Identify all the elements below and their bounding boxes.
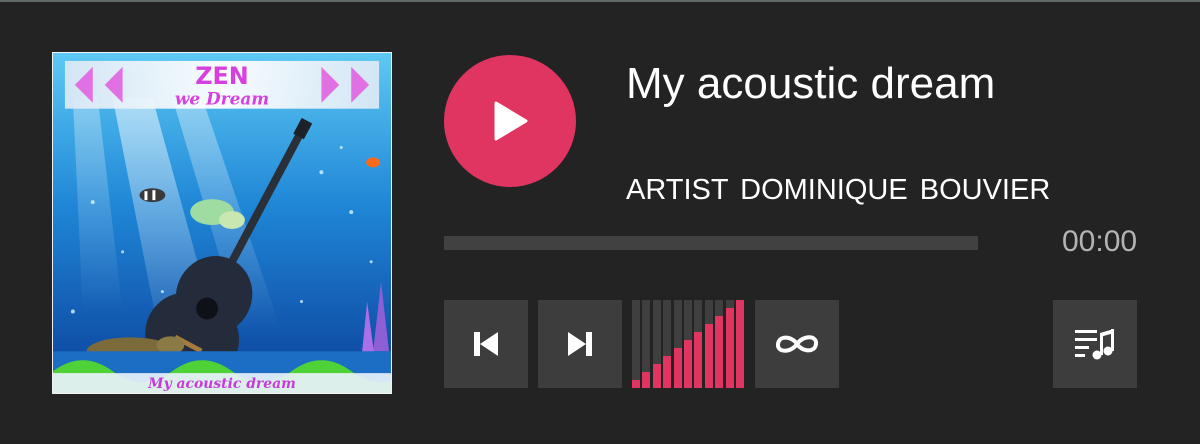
album-cover: ZEN we Dream My acoustic dream bbox=[52, 52, 392, 394]
volume-bar[interactable] bbox=[642, 300, 650, 388]
track-title: My acoustic dream bbox=[626, 59, 996, 108]
elapsed-time: 00:00 bbox=[1062, 225, 1138, 258]
track-artist: ARTIST DOMINIQUE BOUVIER bbox=[626, 174, 1051, 206]
volume-bar[interactable] bbox=[663, 300, 671, 388]
volume-bar-level bbox=[726, 308, 734, 388]
loop-button[interactable] bbox=[755, 300, 839, 388]
skip-next-icon bbox=[566, 331, 594, 357]
play-icon bbox=[492, 101, 528, 141]
volume-bar-level bbox=[684, 340, 692, 388]
music-player: ZEN we Dream My acoustic dream My acoust… bbox=[0, 2, 1200, 444]
play-button[interactable] bbox=[444, 55, 576, 187]
previous-button[interactable] bbox=[444, 300, 528, 388]
volume-bar[interactable] bbox=[632, 300, 640, 388]
cover-caption: My acoustic dream bbox=[147, 376, 296, 392]
infinity-loop-icon bbox=[774, 332, 820, 356]
next-button[interactable] bbox=[538, 300, 622, 388]
volume-bar[interactable] bbox=[726, 300, 734, 388]
volume-control[interactable] bbox=[632, 300, 746, 388]
volume-bar-level bbox=[694, 332, 702, 388]
volume-bar[interactable] bbox=[736, 300, 744, 388]
progress-bar[interactable] bbox=[444, 236, 978, 250]
volume-bar-level bbox=[632, 380, 640, 388]
volume-bar[interactable] bbox=[715, 300, 723, 388]
volume-bar-level bbox=[736, 300, 744, 388]
volume-bar-level bbox=[653, 364, 661, 388]
playlist-music-icon bbox=[1073, 327, 1117, 361]
cover-logo-line1: ZEN bbox=[195, 62, 249, 90]
playlist-button[interactable] bbox=[1053, 300, 1137, 388]
skip-previous-icon bbox=[472, 331, 500, 357]
volume-bar[interactable] bbox=[694, 300, 702, 388]
volume-bar[interactable] bbox=[674, 300, 682, 388]
volume-bar[interactable] bbox=[653, 300, 661, 388]
volume-bar-level bbox=[663, 356, 671, 388]
volume-bar[interactable] bbox=[705, 300, 713, 388]
volume-bar-level bbox=[642, 372, 650, 388]
volume-bar-level bbox=[674, 348, 682, 388]
volume-bar-level bbox=[715, 316, 723, 388]
volume-bar-level bbox=[705, 324, 713, 388]
volume-bar[interactable] bbox=[684, 300, 692, 388]
album-art: ZEN we Dream My acoustic dream bbox=[53, 53, 391, 393]
cover-logo-line2: we Dream bbox=[175, 89, 269, 109]
